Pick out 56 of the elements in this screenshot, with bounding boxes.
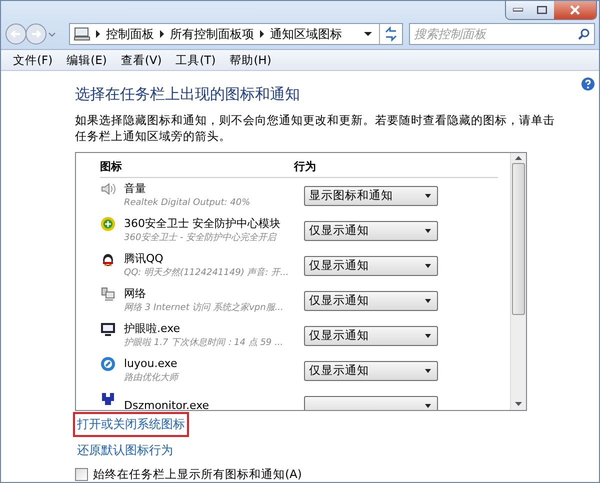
scrollbar[interactable] (510, 153, 526, 410)
menu-item[interactable]: 编辑(E) (60, 52, 113, 68)
computer-icon (74, 27, 90, 41)
app-name: 网络 (124, 286, 146, 300)
speaker-icon (100, 180, 116, 196)
app-name: Dszmonitor.exe (124, 398, 210, 410)
maximize-icon (537, 6, 547, 14)
menu-item[interactable]: 文件(F) (7, 52, 59, 68)
dropdown-icon[interactable] (363, 31, 373, 37)
breadcrumb[interactable]: 通知区域图标 (270, 26, 342, 42)
app-status: QQ: 明天夕然(1124241149) 声音: 开... (124, 266, 289, 280)
checkbox[interactable] (75, 468, 88, 481)
menu-item[interactable]: 查看(V) (114, 52, 168, 68)
link[interactable]: 打开或关闭系统图标 (73, 412, 189, 437)
app-status: 护眼啦 1.7 下次休息时间：14 点 59 ... (124, 336, 284, 350)
menu-item[interactable]: 帮助(H) (224, 52, 278, 68)
behavior-dropdown[interactable]: 仅显示通知 (304, 256, 438, 276)
column-header: 行为 (294, 159, 317, 174)
monitor-icon (100, 320, 116, 336)
breadcrumb[interactable]: 控制面板 (106, 26, 154, 42)
app-status: 360安全卫士 - 安全防护中心完全开启 (124, 232, 276, 244)
maximize-button[interactable] (530, 1, 554, 19)
page-heading: 选择在任务栏上出现的图标和通知 (75, 85, 301, 104)
app-name: 音量 (124, 182, 146, 196)
shield-icon (100, 216, 116, 232)
app-status: 路由优化大师 (124, 372, 178, 384)
minimize-icon (513, 8, 523, 12)
column-header: 图标 (100, 159, 123, 174)
app-name: 360安全卫士 安全防护中心模块 (124, 216, 280, 230)
link[interactable]: 还原默认图标行为 (73, 438, 177, 463)
scroll-up-icon[interactable] (515, 156, 522, 161)
address-bar[interactable]: 控制面板 所有控制面板项 通知区域图标 (69, 23, 403, 45)
search-icon[interactable] (578, 28, 590, 40)
globe-icon (100, 356, 116, 372)
app-status: Realtek Digital Output: 40% (124, 196, 250, 210)
breadcrumb[interactable]: 所有控制面板项 (170, 26, 254, 42)
close-button[interactable] (554, 1, 596, 19)
description-text: 如果选择隐藏图标和通知，则不会向您通知更改和更新。若要随时查看隐藏的图标，请单击任务栏上通知区域旁的箭头。 (75, 112, 556, 144)
checkbox-label: 始终在任务栏上显示所有图标和通知(A) (93, 467, 302, 482)
behavior-dropdown[interactable]: 显示图标和通知 (304, 186, 438, 206)
behavior-dropdown[interactable]: 仅显示通知 (304, 220, 438, 240)
network-icon (100, 286, 116, 302)
app-status: 网络 3 Internet 访问 系统之家vpn服... (124, 302, 284, 314)
behavior-dropdown[interactable]: 仅显示通知 (304, 360, 438, 380)
app-name: 护眼啦.exe (124, 322, 180, 336)
help-icon[interactable] (581, 77, 595, 91)
scroll-down-icon[interactable] (515, 402, 522, 407)
close-icon (570, 5, 580, 15)
behavior-dropdown[interactable]: 仅显示通知 (304, 326, 438, 346)
menu-item[interactable]: 工具(T) (170, 52, 222, 68)
app-name: luyou.exe (124, 356, 178, 370)
behavior-dropdown[interactable] (304, 396, 438, 410)
behavior-dropdown[interactable]: 仅显示通知 (304, 290, 438, 310)
search-box[interactable]: 搜索控制面板 (409, 23, 595, 45)
minimize-button[interactable] (506, 1, 530, 19)
app-name: 腾讯QQ (124, 252, 164, 266)
